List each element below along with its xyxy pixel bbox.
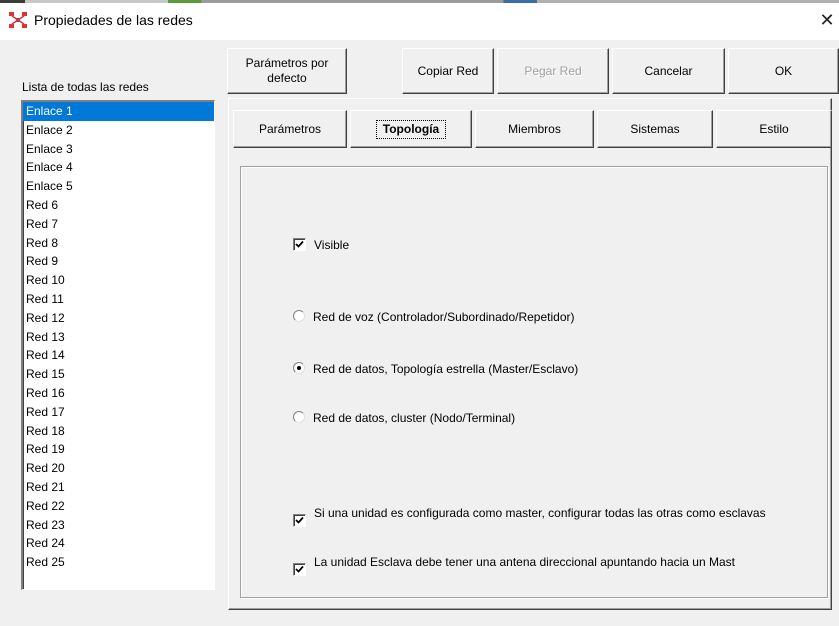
list-item[interactable]: Red 19 [23,440,214,459]
antenna-checkbox[interactable] [293,563,306,576]
topology-group [240,166,828,598]
checkmark-icon [295,240,304,248]
list-item[interactable]: Enlace 4 [23,158,214,177]
close-icon[interactable]: ✕ [815,8,839,32]
list-item[interactable]: Red 25 [23,553,214,572]
list-item[interactable]: Red 11 [23,290,214,309]
antenna-option[interactable]: La unidad Esclava debe tener una antena … [293,555,804,576]
visible-label: Visible [314,238,350,252]
radio-star-option[interactable]: Red de datos, Topología estrella (Master… [293,362,578,377]
visible-checkbox[interactable] [293,238,306,251]
tab-label: Parámetros [258,121,322,136]
defaults-button-label: Parámetros por defecto [245,56,329,85]
radio-star[interactable] [293,362,305,374]
network-list-label: Lista de todas las redes [22,80,149,94]
list-item[interactable]: Red 13 [23,328,214,347]
list-item[interactable]: Red 10 [23,271,214,290]
master-option[interactable]: Si una unidad es configurada como master… [293,506,784,527]
list-item[interactable]: Enlace 3 [23,140,214,159]
list-item[interactable]: Red 14 [23,346,214,365]
list-item[interactable]: Red 23 [23,516,214,535]
list-item[interactable]: Red 16 [23,384,214,403]
network-app-icon [9,12,27,28]
radio-selected-dot [297,366,301,370]
radio-voice[interactable] [293,310,305,322]
list-item[interactable]: Red 18 [23,422,214,441]
radio-cluster[interactable] [293,411,305,423]
checkmark-icon [295,565,304,573]
tab-topologia[interactable]: Topología [350,110,472,148]
background-strip [0,0,839,3]
ok-button-label: OK [774,63,793,78]
radio-cluster-option[interactable]: Red de datos, cluster (Nodo/Terminal) [293,411,515,426]
list-item[interactable]: Red 20 [23,459,214,478]
list-item[interactable]: Red 24 [23,534,214,553]
list-item[interactable]: Red 9 [23,252,214,271]
tab-sistemas[interactable]: Sistemas [597,110,713,148]
list-item[interactable]: Red 21 [23,478,214,497]
list-item[interactable]: Enlace 5 [23,177,214,196]
radio-cluster-label: Red de datos, cluster (Nodo/Terminal) [313,411,516,425]
tab-label: Topología [375,119,447,139]
list-item[interactable]: Enlace 2 [23,121,214,140]
list-item[interactable]: Red 7 [23,215,214,234]
list-item[interactable]: Red 17 [23,403,214,422]
title-bar: Propiedades de las redes ✕ [0,0,839,40]
master-checkbox[interactable] [293,514,306,527]
checkmark-icon [295,516,304,524]
list-item[interactable]: Red 12 [23,309,214,328]
network-list[interactable]: Enlace 1 Enlace 2 Enlace 3 Enlace 4 Enlace 5… [21,100,215,590]
window-title: Propiedades de las redes [34,12,193,28]
list-item[interactable]: Red 6 [23,196,214,215]
copy-network-button[interactable]: Copiar Red [402,48,494,94]
visible-option[interactable]: Visible [293,238,349,253]
tab-estilo[interactable]: Estilo [716,110,832,148]
cancel-button-label: Cancelar [644,63,693,78]
paste-network-button[interactable]: Pegar Red [497,48,609,94]
ok-button[interactable]: OK [728,48,839,94]
tab-miembros[interactable]: Miembros [475,110,594,148]
radio-voice-option[interactable]: Red de voz (Controlador/Subordinado/Repe… [293,310,575,325]
tab-label: Miembros [508,121,561,136]
list-item[interactable]: Enlace 1 [23,102,214,121]
defaults-button[interactable]: Parámetros por defecto [227,48,347,94]
radio-voice-label: Red de voz (Controlador/Subordinado/Repe… [313,310,575,324]
cancel-button[interactable]: Cancelar [612,48,725,94]
list-item[interactable]: Red 15 [23,365,214,384]
paste-network-button-label: Pegar Red [524,63,582,78]
list-item[interactable]: Red 22 [23,497,214,516]
tab-parametros[interactable]: Parámetros [233,110,347,148]
tab-label: Sistemas [630,121,680,136]
radio-star-label: Red de datos, Topología estrella (Master… [313,362,579,376]
antenna-label: La unidad Esclava debe tener una antena … [314,555,735,569]
list-item[interactable]: Red 8 [23,234,214,253]
tab-label: Estilo [759,121,789,136]
copy-network-button-label: Copiar Red [417,63,479,78]
master-label: Si una unidad es configurada como master… [314,506,766,520]
